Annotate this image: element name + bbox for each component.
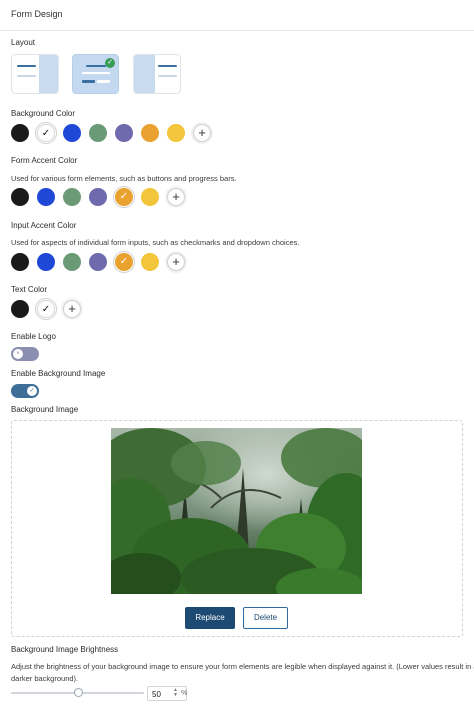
color-swatch[interactable]: ✓ [115,253,133,271]
enable-logo-label: Enable Logo [11,332,56,341]
input-accent-description: Used for aspects of individual form inpu… [11,238,300,247]
layout-preview-line [158,75,177,77]
panel-header: Form Design [0,0,474,31]
layout-preview-line [17,65,36,67]
color-swatch[interactable] [11,188,29,206]
color-swatch[interactable] [63,188,81,206]
plus-icon: + [172,189,180,204]
color-swatch[interactable] [11,253,29,271]
enable-bg-image-label: Enable Background Image [11,369,106,378]
toggle-off-icon: × [13,349,23,359]
color-swatch[interactable] [11,124,29,142]
color-swatch[interactable] [37,253,55,271]
selected-check-icon: ✓ [105,58,115,68]
background-image-preview [111,428,362,594]
layout-preview-line [17,75,36,77]
brightness-description-line2: darker background). [11,674,79,683]
color-swatch[interactable] [141,253,159,271]
layout-preview-panel [39,55,58,93]
check-icon: ✓ [41,304,51,315]
background-color-label: Background Color [11,109,76,118]
add-color-button[interactable]: + [167,253,185,271]
layout-preview-line [82,72,110,74]
color-swatch[interactable]: ✓ [37,124,55,142]
plus-icon: + [68,301,76,316]
panel-title: Form Design [11,9,63,19]
input-accent-label: Input Accent Color [11,221,77,230]
layout-option-right-panel[interactable] [133,54,181,94]
check-icon: ✓ [119,191,129,202]
layout-label: Layout [11,38,36,47]
layout-preview-line [86,65,106,67]
brightness-slider-thumb[interactable] [73,688,83,697]
enable-bg-image-toggle[interactable]: ✓ [11,384,39,398]
color-swatch[interactable] [63,124,81,142]
layout-preview-button [97,80,110,83]
color-swatch[interactable]: ✓ [37,300,55,318]
color-swatch[interactable] [63,253,81,271]
brightness-unit: % [181,690,188,697]
add-color-button[interactable]: + [193,124,211,142]
brightness-number-input[interactable]: 50 ▲ ▼ % [147,686,187,701]
color-swatch[interactable]: ✓ [115,188,133,206]
add-color-button[interactable]: + [167,188,185,206]
replace-button[interactable]: Replace [185,607,235,629]
color-swatch[interactable] [89,253,107,271]
color-swatch[interactable] [37,188,55,206]
plus-icon: + [172,254,180,269]
brightness-label: Background Image Brightness [11,645,119,654]
color-swatch[interactable] [141,124,159,142]
color-swatch[interactable] [89,188,107,206]
layout-preview-button [82,80,95,83]
bg-image-label: Background Image [11,405,79,414]
color-swatch[interactable] [11,300,29,318]
form-accent-label: Form Accent Color [11,156,78,165]
text-color-label: Text Color [11,285,48,294]
layout-preview-line [158,65,177,67]
layout-preview-panel [134,55,155,93]
spinner-arrows-icon[interactable]: ▲ ▼ [173,688,178,698]
form-accent-description: Used for various form elements, such as … [11,174,237,183]
toggle-on-check-icon: ✓ [27,386,37,396]
brightness-value: 50 [152,690,161,699]
delete-button[interactable]: Delete [243,607,288,629]
check-icon: ✓ [41,128,51,139]
layout-option-left-panel[interactable] [11,54,59,94]
plus-icon: + [198,125,206,140]
color-swatch[interactable] [89,124,107,142]
color-swatch[interactable] [115,124,133,142]
add-color-button[interactable]: + [63,300,81,318]
enable-logo-toggle[interactable]: × [11,347,39,361]
layout-option-centered[interactable]: ✓ [72,54,119,94]
brightness-description-line1: Adjust the brightness of your background… [11,662,474,671]
check-icon: ✓ [119,256,129,267]
color-swatch[interactable] [167,124,185,142]
color-swatch[interactable] [141,188,159,206]
